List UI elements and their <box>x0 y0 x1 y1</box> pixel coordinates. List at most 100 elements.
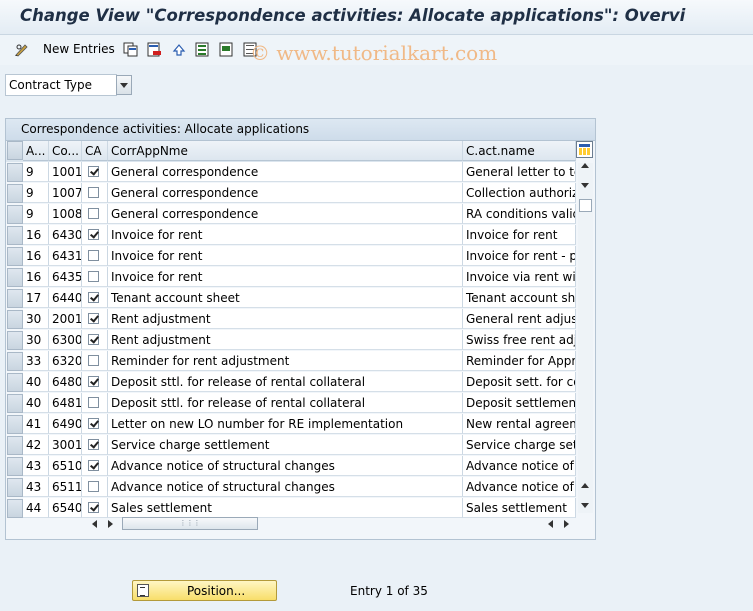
cell-a[interactable]: 40 <box>23 393 49 413</box>
table-row[interactable]: 40 6481 Deposit sttl. for release of renta… <box>6 393 576 414</box>
cell-a[interactable]: 30 <box>23 330 49 350</box>
delete-button[interactable] <box>147 40 162 58</box>
table-row[interactable]: 9 1008 General correspondence RA conditions… <box>6 204 576 225</box>
cell-co[interactable]: 6490 <box>49 414 82 434</box>
cell-co[interactable]: 6300 <box>49 330 82 350</box>
ca-checkbox[interactable] <box>88 334 99 345</box>
copy-as-button[interactable] <box>123 40 138 58</box>
row-selector[interactable] <box>7 163 23 182</box>
ca-checkbox[interactable] <box>88 481 99 492</box>
table-row[interactable]: 16 6431 Invoice for rent Invoice for rent -… <box>6 246 576 267</box>
cell-cactname[interactable]: Deposit sett. for co <box>463 372 576 392</box>
ca-checkbox[interactable] <box>88 313 99 324</box>
new-entries-button[interactable]: New Entries <box>43 40 115 58</box>
cell-co[interactable]: 1001 <box>49 162 82 182</box>
cell-a[interactable]: 43 <box>23 456 49 476</box>
table-settings-icon[interactable] <box>576 141 593 158</box>
table-row[interactable]: 33 6320 Reminder for rent adjustment Remind… <box>6 351 576 372</box>
table-row[interactable]: 30 6300 Rent adjustment Swiss free rent adj… <box>6 330 576 351</box>
cell-corrappnme[interactable]: Invoice for rent <box>108 246 463 266</box>
row-selector[interactable] <box>7 268 23 287</box>
cell-a[interactable]: 16 <box>23 225 49 245</box>
ca-checkbox[interactable] <box>88 502 99 513</box>
cell-co[interactable]: 6430 <box>49 225 82 245</box>
ca-checkbox[interactable] <box>88 166 99 177</box>
cell-cactname[interactable]: New rental agreeme <box>463 414 576 434</box>
horizontal-scroll-thumb[interactable]: ⋮⋮⋮ <box>122 517 258 530</box>
column-header-corrappnme[interactable]: CorrAppNme <box>108 141 463 161</box>
vertical-scrollbar[interactable] <box>578 163 593 513</box>
cell-co[interactable]: 6440 <box>49 288 82 308</box>
scroll-down-icon[interactable] <box>581 183 589 188</box>
table-row[interactable]: 43 6511 Advance notice of structural chang… <box>6 477 576 498</box>
row-selector[interactable] <box>7 184 23 203</box>
scroll-down-bottom-icon[interactable] <box>581 503 589 508</box>
cell-a[interactable]: 9 <box>23 162 49 182</box>
table-row[interactable]: 30 2001 Rent adjustment General rent adjust… <box>6 309 576 330</box>
cell-cactname[interactable]: Swiss free rent adju <box>463 330 576 350</box>
ca-checkbox[interactable] <box>88 271 99 282</box>
ca-checkbox[interactable] <box>88 250 99 261</box>
cell-cactname[interactable]: Invoice via rent with <box>463 267 576 287</box>
cell-a[interactable]: 43 <box>23 477 49 497</box>
table-row[interactable]: 16 6435 Invoice for rent Invoice via rent w… <box>6 267 576 288</box>
cell-a[interactable]: 41 <box>23 414 49 434</box>
ca-checkbox[interactable] <box>88 187 99 198</box>
scroll-up-bottom-icon[interactable] <box>581 483 589 488</box>
table-row[interactable]: 9 1007 General correspondence Collection au… <box>6 183 576 204</box>
scroll-right-end-icon[interactable] <box>564 520 569 528</box>
ca-checkbox[interactable] <box>88 418 99 429</box>
ca-checkbox[interactable] <box>88 376 99 387</box>
cell-corrappnme[interactable]: Rent adjustment <box>108 330 463 350</box>
cell-co[interactable]: 6435 <box>49 267 82 287</box>
scroll-up-icon[interactable] <box>581 163 589 168</box>
cell-corrappnme[interactable]: Service charge settlement <box>108 435 463 455</box>
cell-cactname[interactable]: Advance notice of s <box>463 456 576 476</box>
cell-a[interactable]: 44 <box>23 498 49 518</box>
cell-co[interactable]: 3001 <box>49 435 82 455</box>
column-header-ca[interactable]: CA <box>82 141 108 161</box>
cell-cactname[interactable]: Service charge settl <box>463 435 576 455</box>
cell-corrappnme[interactable]: Invoice for rent <box>108 267 463 287</box>
column-header-co[interactable]: Co... <box>49 141 82 161</box>
cell-co[interactable]: 2001 <box>49 309 82 329</box>
cell-co[interactable]: 6480 <box>49 372 82 392</box>
cell-cactname[interactable]: Reminder for Appro <box>463 351 576 371</box>
cell-co[interactable]: 6511 <box>49 477 82 497</box>
row-selector[interactable] <box>7 499 23 518</box>
row-selector[interactable] <box>7 331 23 350</box>
row-selector[interactable] <box>7 478 23 497</box>
cell-corrappnme[interactable]: General correspondence <box>108 204 463 224</box>
cell-corrappnme[interactable]: Deposit sttl. for release of rental coll… <box>108 393 463 413</box>
scroll-right-icon[interactable] <box>108 520 113 528</box>
cell-corrappnme[interactable]: Letter on new LO number for RE implement… <box>108 414 463 434</box>
cell-co[interactable]: 1007 <box>49 183 82 203</box>
cell-a[interactable]: 30 <box>23 309 49 329</box>
table-row[interactable]: 40 6480 Deposit sttl. for release of renta… <box>6 372 576 393</box>
cell-corrappnme[interactable]: General correspondence <box>108 183 463 203</box>
cell-cactname[interactable]: Tenant account she <box>463 288 576 308</box>
ca-checkbox[interactable] <box>88 397 99 408</box>
cell-a[interactable]: 40 <box>23 372 49 392</box>
display-change-button[interactable] <box>14 40 29 58</box>
cell-corrappnme[interactable]: Advance notice of structural changes <box>108 456 463 476</box>
ca-checkbox[interactable] <box>88 208 99 219</box>
row-selector[interactable] <box>7 205 23 224</box>
row-selector[interactable] <box>7 289 23 308</box>
row-selector[interactable] <box>7 247 23 266</box>
row-selector[interactable] <box>7 310 23 329</box>
cell-a[interactable]: 42 <box>23 435 49 455</box>
cell-cactname[interactable]: Invoice for rent - pa <box>463 246 576 266</box>
contract-type-dropdown[interactable]: Contract Type <box>5 74 117 96</box>
undo-change-button[interactable] <box>171 40 186 58</box>
cell-corrappnme[interactable]: Invoice for rent <box>108 225 463 245</box>
cell-cactname[interactable]: General letter to ten <box>463 162 576 182</box>
select-block-button[interactable] <box>219 40 234 58</box>
table-row[interactable]: 9 1001 General correspondence General lette… <box>6 162 576 183</box>
cell-a[interactable]: 33 <box>23 351 49 371</box>
cell-corrappnme[interactable]: Rent adjustment <box>108 309 463 329</box>
cell-corrappnme[interactable]: Deposit sttl. for release of rental coll… <box>108 372 463 392</box>
column-header-a[interactable]: A... <box>23 141 49 161</box>
ca-checkbox[interactable] <box>88 355 99 366</box>
position-button[interactable]: Position... <box>132 580 277 601</box>
